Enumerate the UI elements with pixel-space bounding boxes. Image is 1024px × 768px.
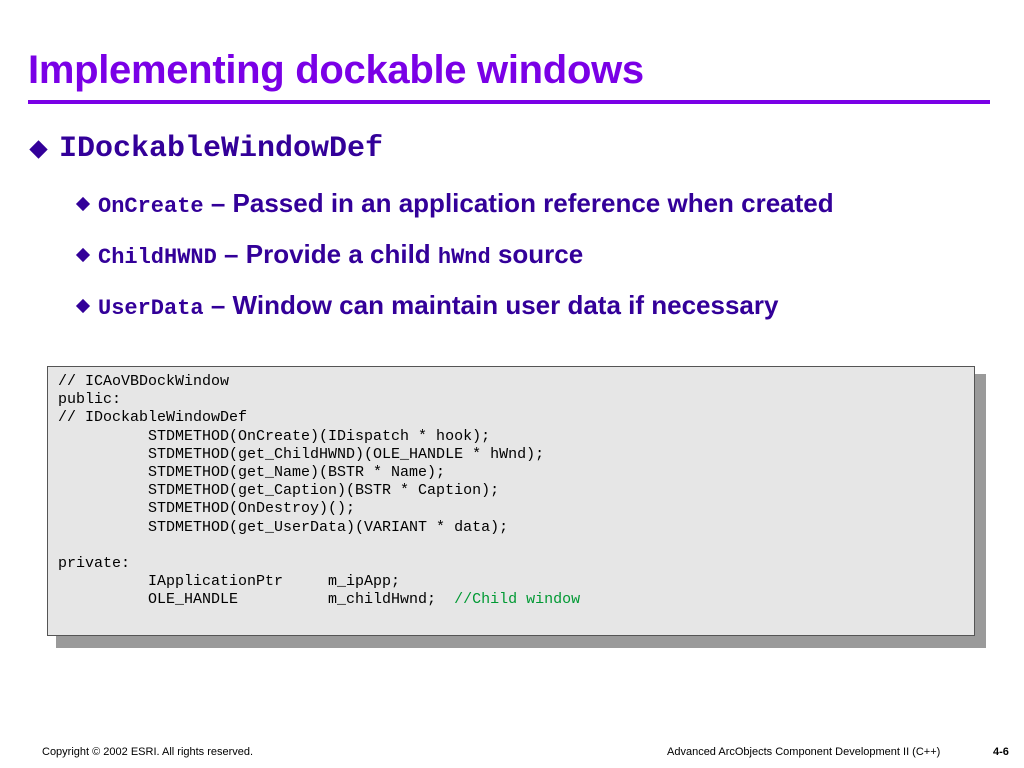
sub-bullet-childhwnd: ChildHWND – Provide a child hWnd source bbox=[75, 239, 584, 270]
diamond-bullet-icon bbox=[75, 298, 91, 314]
code-block: // ICAoVBDockWindow public:// IDockableWi… bbox=[58, 373, 580, 609]
sub-bullet-text: – Window can maintain user data if neces… bbox=[203, 290, 779, 320]
sub-bullet-text: – Provide a child bbox=[216, 239, 438, 269]
code-line: public: bbox=[58, 391, 122, 409]
sub-bullet-userdata: UserData – Window can maintain user data… bbox=[75, 290, 779, 321]
sub-bullet-text: – Passed in an application reference whe… bbox=[203, 188, 834, 218]
bullet-main: IDockableWindowDef bbox=[28, 132, 383, 166]
diamond-bullet-icon bbox=[75, 196, 91, 212]
code-line: // IDockableWindowDef bbox=[58, 409, 248, 427]
code-text: OLE_HANDLE m_childHwnd; bbox=[58, 591, 455, 609]
code-line: IApplicationPtr m_ipApp; bbox=[58, 573, 401, 591]
sub-bullet-code: ChildHWND bbox=[98, 245, 217, 270]
code-comment: //Child window bbox=[454, 591, 581, 609]
sub-bullet-code-inline: hWnd bbox=[437, 245, 491, 270]
code-line: STDMETHOD(get_Name)(BSTR * Name); bbox=[58, 463, 446, 481]
code-line: STDMETHOD(get_Caption)(BSTR * Caption); bbox=[58, 482, 500, 500]
diamond-bullet-icon bbox=[75, 247, 91, 263]
footer-copyright: Copyright © 2002 ESRI. All rights reserv… bbox=[42, 746, 254, 758]
code-line: STDMETHOD(get_ChildHWND)(OLE_HANDLE * hW… bbox=[58, 445, 545, 463]
sub-bullet-text-tail: source bbox=[490, 239, 584, 269]
code-line: STDMETHOD(get_UserData)(VARIANT * data); bbox=[58, 518, 509, 536]
sub-bullet-code: OnCreate bbox=[98, 194, 204, 219]
code-line: STDMETHOD(OnDestroy)(); bbox=[58, 500, 356, 518]
footer-course-title: Advanced ArcObjects Component Developmen… bbox=[667, 746, 941, 758]
code-line: private: bbox=[58, 554, 131, 572]
title-underline bbox=[28, 100, 990, 104]
code-line-with-comment: OLE_HANDLE m_childHwnd; //Child window bbox=[58, 591, 580, 609]
code-line: // ICAoVBDockWindow bbox=[58, 373, 230, 390]
diamond-bullet-icon bbox=[29, 139, 48, 159]
sub-bullet-oncreate: OnCreate – Passed in an application refe… bbox=[75, 188, 834, 219]
code-line: STDMETHOD(OnCreate)(IDispatch * hook); bbox=[58, 427, 491, 445]
code-listing: // ICAoVBDockWindow public:// IDockableWi… bbox=[47, 366, 975, 636]
sub-bullet-code: UserData bbox=[98, 296, 204, 321]
slide-title: Implementing dockable windows bbox=[28, 48, 644, 92]
footer-page-number: 4-6 bbox=[993, 746, 1009, 758]
bullet-main-text: IDockableWindowDef bbox=[59, 132, 384, 166]
